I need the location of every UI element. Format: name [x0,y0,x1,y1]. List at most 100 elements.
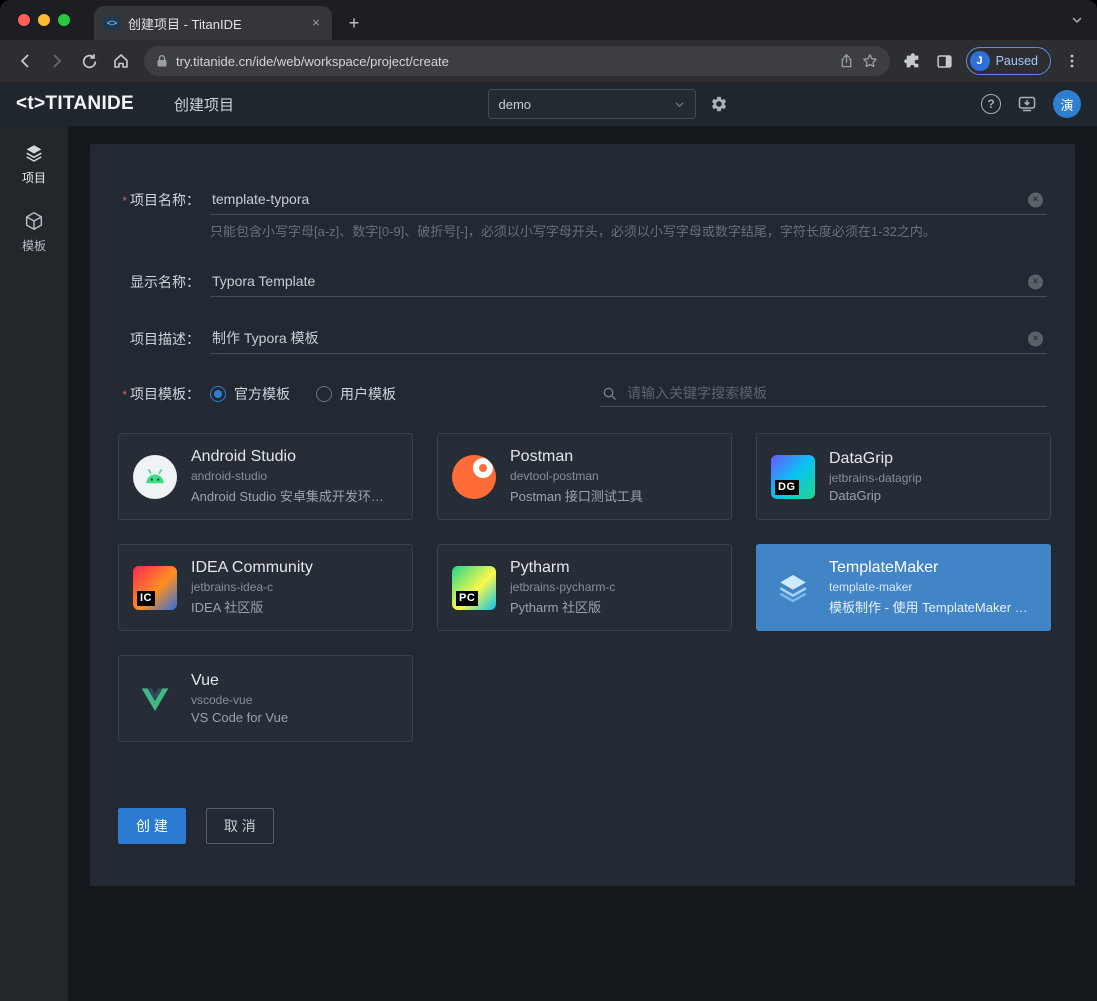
android-icon [133,455,177,499]
radio-dot-icon [210,386,226,402]
profile-status: Paused [996,54,1038,68]
sidebar-item-projects[interactable]: 项目 [22,142,46,186]
template-title: TemplateMaker [829,559,1028,577]
icon-letters: PC [456,591,478,606]
clear-display-icon[interactable]: × [1028,274,1043,289]
app-header: <t>TITANIDE 创建项目 demo ? 演 [0,82,1097,126]
sidebar-item-templates[interactable]: 模板 [22,210,46,254]
new-tab-button[interactable]: + [340,9,368,37]
template-id: jetbrains-datagrip [829,471,922,485]
browser-toolbar: try.titanide.cn/ide/web/workspace/projec… [0,40,1097,82]
template-card-android-studio[interactable]: Android Studioandroid-studioAndroid Stud… [118,433,413,520]
tab-search-chevron-icon[interactable] [1071,14,1083,26]
template-desc: 模板制作 - 使用 TemplateMaker … [829,597,1028,616]
forward-icon[interactable] [42,46,72,76]
main-area: 项目名称： × 只能包含小写字母[a-z]、数字[0-9]、破折号[-]，必须以… [68,126,1097,1001]
search-icon [602,386,617,401]
icon-letters: DG [775,480,799,495]
template-id: jetbrains-idea-c [191,580,313,594]
page-title: 创建项目 [174,94,234,115]
radio-user-template[interactable]: 用户模板 [316,384,396,404]
template-card-template-maker[interactable]: TemplateMakertemplate-maker模板制作 - 使用 Tem… [756,544,1051,631]
titanide-logo[interactable]: <t>TITANIDE [16,93,134,115]
browser-menu-icon[interactable] [1057,46,1087,76]
template-desc: DataGrip [829,488,922,503]
home-icon[interactable] [106,46,136,76]
pycharm-icon: PC [452,566,496,610]
chevron-down-icon [674,99,685,110]
template-title: Postman [510,448,643,466]
project-desc-label: 项目描述： [118,329,200,349]
template-title: Pytharm [510,559,615,577]
cube-icon [23,210,45,232]
bookmark-star-icon[interactable] [862,53,878,69]
vue-icon [133,677,177,721]
sidebar-item-label: 模板 [22,237,46,254]
radio-official-label: 官方模板 [234,384,290,404]
project-desc-input[interactable] [210,323,1047,354]
tab-favicon-icon: <> [104,15,120,31]
profile-avatar: J [970,51,990,71]
address-bar[interactable]: try.titanide.cn/ide/web/workspace/projec… [144,46,890,76]
idea-icon: IC [133,566,177,610]
template-card-jetbrains-idea-c[interactable]: ICIDEA Communityjetbrains-idea-cIDEA 社区版 [118,544,413,631]
template-card-jetbrains-pycharm-c[interactable]: PC Pytharm jetbrains-pycharm-c Pytharm 社区版 [437,544,732,631]
templatemaker-icon [771,566,815,610]
template-card-jetbrains-datagrip[interactable]: DG DataGrip jetbrains-datagrip DataGrip [756,433,1051,520]
create-button[interactable]: 创 建 [118,808,186,844]
zoom-window-button[interactable] [58,14,70,26]
titlebar: <> 创建项目 - TitanIDE × + [0,0,1097,40]
template-desc: Postman 接口测试工具 [510,486,643,505]
template-id: vscode-vue [191,693,288,707]
share-icon[interactable] [839,53,854,69]
template-card-devtool-postman[interactable]: Postman devtool-postman Postman 接口测试工具 [437,433,732,520]
postman-icon [452,455,496,499]
template-card-vscode-vue[interactable]: Vuevscode-vueVS Code for Vue [118,655,413,742]
template-title: DataGrip [829,450,922,468]
side-panel-icon[interactable] [930,46,960,76]
close-window-button[interactable] [18,14,30,26]
workspace-select-value: demo [499,97,532,112]
template-id: android-studio [191,469,384,483]
template-desc: Pytharm 社区版 [510,597,615,616]
clear-name-icon[interactable]: × [1028,192,1043,207]
browser-window: <> 创建项目 - TitanIDE × + try.titanide.cn/i… [0,0,1097,1001]
radio-dot-icon [316,386,332,402]
cancel-button[interactable]: 取 消 [206,808,274,844]
project-template-label: 项目模板： [118,384,200,404]
project-name-label: 项目名称： [118,190,200,210]
template-search-box[interactable] [600,380,1047,407]
icon-letters: IC [137,591,155,606]
extensions-puzzle-icon[interactable] [898,46,928,76]
datagrip-icon: DG [771,455,815,499]
project-name-help: 只能包含小写字母[a-z]、数字[0-9]、破折号[-]，必须以小写字母开头，必… [210,221,1047,240]
workspace-select[interactable]: demo [488,89,696,119]
browser-tab[interactable]: <> 创建项目 - TitanIDE × [94,6,332,40]
display-name-input[interactable] [210,266,1047,297]
minimize-window-button[interactable] [38,14,50,26]
radio-user-label: 用户模板 [340,384,396,404]
radio-official-template[interactable]: 官方模板 [210,384,290,404]
template-search-input[interactable] [625,384,1045,402]
template-id: jetbrains-pycharm-c [510,580,615,594]
reload-icon[interactable] [74,46,104,76]
project-name-input[interactable] [210,184,1047,215]
template-id: devtool-postman [510,469,643,483]
template-desc: IDEA 社区版 [191,597,313,616]
tab-close-icon[interactable]: × [308,15,324,31]
lock-icon [156,54,168,68]
back-icon[interactable] [10,46,40,76]
workspace-settings-gear-icon[interactable] [710,95,728,113]
clear-desc-icon[interactable]: × [1028,331,1043,346]
help-icon[interactable]: ? [981,94,1001,114]
profile-pill[interactable]: J Paused [966,47,1051,75]
display-name-label: 显示名称： [118,272,200,292]
url-text: try.titanide.cn/ide/web/workspace/projec… [176,54,831,69]
workbench-icon[interactable] [1017,94,1037,114]
template-title: Vue [191,672,288,690]
user-avatar[interactable]: 演 [1053,90,1081,118]
sidebar-item-label: 项目 [22,169,46,186]
side-nav: 项目 模板 [0,126,68,1001]
template-grid: Android Studioandroid-studioAndroid Stud… [118,433,1047,742]
layers-icon [23,142,45,164]
